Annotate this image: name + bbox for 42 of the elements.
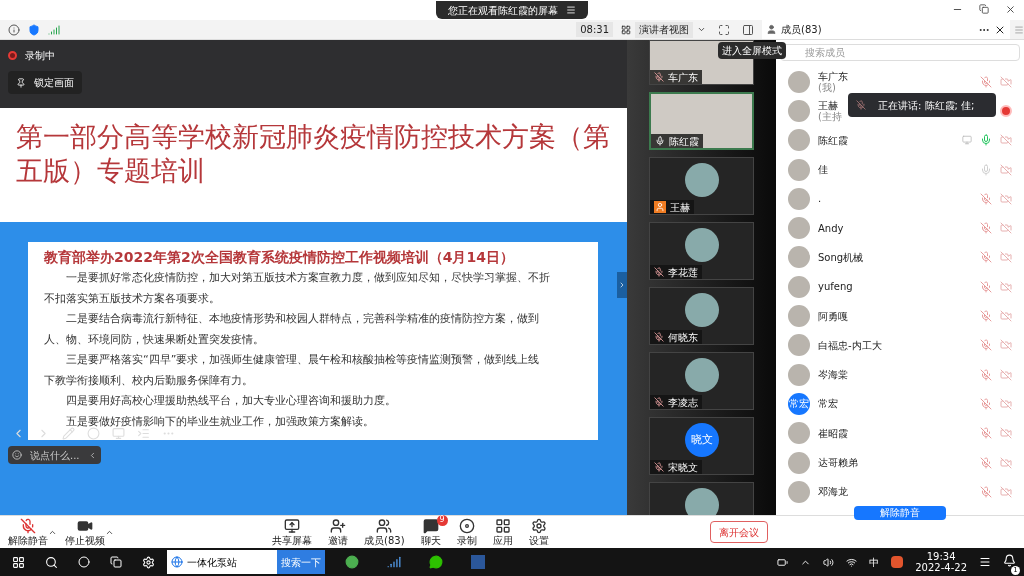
slide-paragraph: 一是要抓好常态化疫情防控，加大对第五版技术方案宣教力度，做到应知尽知，尽快学习掌握、不折不扣落实第五版技术方案各项要求。 [44,270,551,307]
member-name: 陈红霞 [818,134,848,146]
recording-label: 录制中 [25,49,55,63]
meeting-timer: 08:31 [576,22,613,37]
member-name: 岑海棠 [818,369,848,381]
members-title: 成员(83) [781,23,822,37]
member-name: 车广东 [818,70,848,82]
participant-name: 王赫 [670,200,690,215]
participant-name: 陈红霞 [669,134,699,149]
avatar: 晓文 [684,423,719,457]
member-name: 常宏 [818,398,838,410]
member-name: . [818,193,822,205]
participant-name: 车广东 [668,70,698,85]
member-name: 崔昭霞 [818,427,848,439]
slide-paragraph: 三是要严格落实“四早”要求，加强师生健康管理、晨午检和核酸抽检等疫情监测预警，做到线上线下教学衔接顺利、校内后勤服务保障有力。 [44,352,541,389]
member-name: yufeng [818,281,853,293]
member-name: 邓海龙 [818,486,848,498]
member-note: (主持 [818,110,842,122]
tooltip: 进入全屏模式 [718,42,786,59]
member-name: Andy [818,222,844,234]
unread-badge: 9 [436,514,448,526]
banner-text: 您正在观看陈红霞的屏幕 [448,3,558,18]
participant-name: 宋晓文 [668,460,698,475]
member-name: 阿勇嘎 [818,310,848,322]
slide-title: 第一部分高等学校新冠肺炎疫情防控技术方案（第五版）专题培训 [16,120,611,188]
slide-paragraph: 四是要用好高校心理援助热线平台，加大专业心理咨询和援助力度。 [65,393,397,409]
member-name: 达哥赖弟 [818,457,858,468]
avatar: 常宏 [788,392,810,415]
slide-paragraph: 五是要做好疫情影响下的毕业生就业工作，加强政策方案解读。 [65,413,375,430]
clock-time: 19:34 [926,551,956,562]
participant-name: 李花莲 [668,265,698,280]
participant-name: 何晓东 [668,330,698,345]
clock-date: 2022-4-22 [915,562,967,573]
slide-heading: 教育部举办2022年第2次全国教育系统疫情防控工作视频培训（4月14日） [44,248,515,267]
slide-paragraph: 二是要结合病毒流行新特征、本地疫情形势和校园人群特点，完善科学精准的疫情防控方案，做到人、物、环境同防，快速果断处置突发疫情。 [44,311,540,348]
member-name: 佳 [818,164,828,176]
member-name: 王赫 [818,99,838,111]
participant-name: 李凌志 [668,395,698,410]
member-note: (我) [818,81,836,93]
speaking-text: 正在讲话: 陈红霞; 佳; [878,98,975,113]
member-name: 白福忠-内工大 [818,339,882,351]
member-name: Song机械 [818,251,864,263]
